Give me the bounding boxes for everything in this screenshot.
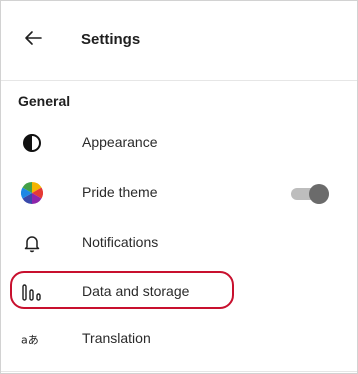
half-circle-icon	[21, 132, 43, 154]
back-button[interactable]	[23, 28, 43, 48]
top-app-bar: Settings	[1, 1, 357, 81]
toggle-thumb	[309, 184, 329, 204]
svg-text:aあ: aあ	[21, 334, 39, 347]
highlight-annotation	[10, 271, 234, 309]
settings-item-appearance[interactable]: Appearance	[1, 120, 357, 164]
settings-item-pride-theme[interactable]: Pride theme	[1, 170, 357, 214]
arrow-left-icon	[25, 31, 42, 45]
settings-item-translation[interactable]: aあ Translation	[1, 316, 357, 360]
translate-icon: aあ	[21, 328, 43, 350]
settings-item-label: Translation	[82, 330, 151, 346]
settings-item-label: Pride theme	[82, 184, 158, 200]
settings-item-notifications[interactable]: Notifications	[1, 220, 357, 264]
pride-theme-toggle[interactable]	[291, 184, 331, 204]
settings-item-label: Appearance	[82, 134, 158, 150]
settings-item-label: Notifications	[82, 234, 159, 250]
rainbow-circle-icon	[21, 182, 43, 204]
divider	[1, 371, 357, 372]
page-title: Settings	[81, 31, 141, 48]
section-header-general: General	[18, 93, 71, 109]
bell-icon	[21, 232, 43, 254]
settings-screen: Settings General Appearance Pride theme	[0, 0, 358, 374]
